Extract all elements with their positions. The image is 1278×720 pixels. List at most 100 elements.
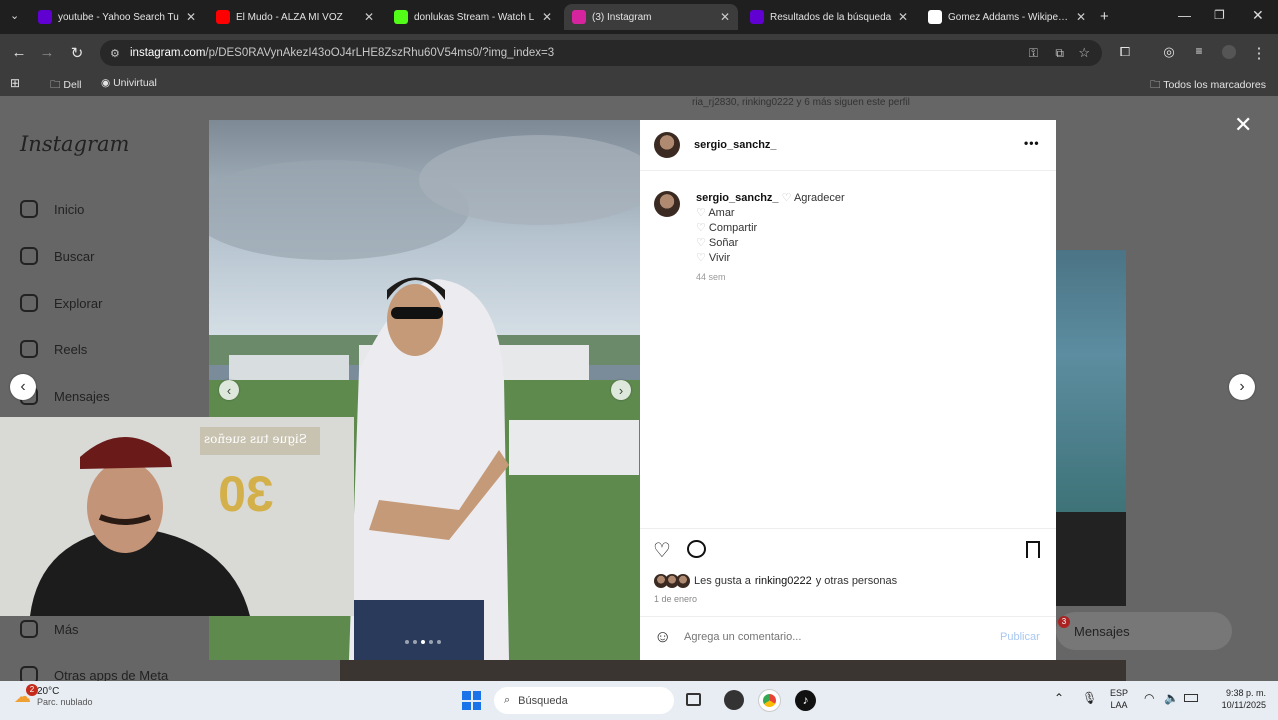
wifi-icon[interactable]: ◠ — [1144, 691, 1154, 705]
chrome-icon[interactable] — [758, 689, 781, 712]
photo-next-button[interactable]: › — [611, 380, 631, 400]
bookmark-star-icon[interactable]: ☆ — [1078, 45, 1090, 61]
site-info-icon[interactable]: ⚙ — [110, 47, 120, 60]
more-options-icon[interactable]: ••• — [1024, 136, 1040, 150]
close-window-button[interactable]: ✕ — [1252, 7, 1264, 24]
webcam-overlay: Sigue tus sueños 30 — [0, 417, 354, 616]
close-tab-icon[interactable]: ✕ — [1076, 10, 1086, 24]
prev-post-button[interactable]: ‹ — [10, 374, 36, 400]
post-date: 1 de enero — [654, 594, 698, 604]
copilot-icon[interactable]: ◎ — [1160, 44, 1178, 60]
save-bookmark-icon[interactable] — [1026, 541, 1040, 558]
battery-icon[interactable] — [1184, 694, 1198, 702]
like-heart-icon[interactable]: ♡ — [653, 538, 671, 563]
sidebar-item-2[interactable]: Explorar — [20, 294, 102, 312]
new-tab-button[interactable]: + — [1100, 8, 1109, 25]
tray-expand-icon[interactable]: ⌃ — [1054, 691, 1064, 705]
tab-3[interactable]: donlukas Stream - Watch L ✕ — [386, 4, 560, 30]
tab-title: Gomez Addams - Wikipedia — [948, 11, 1070, 23]
tab-5[interactable]: Resultados de la búsqueda ✕ — [742, 4, 916, 30]
close-tab-icon[interactable]: ✕ — [720, 10, 730, 24]
caption-line-text: Amar — [708, 207, 735, 219]
tab-title: El Mudo - ALZA MI VOZ — [236, 11, 343, 23]
all-bookmarks[interactable]: 🗀 Todos los marcadores — [1150, 77, 1266, 95]
heart-emoji-icon: ♡ — [696, 222, 709, 234]
search-icon: ⌕ — [504, 694, 511, 706]
windows-start-icon[interactable] — [462, 691, 481, 710]
grid-image-right-2[interactable] — [1056, 512, 1126, 606]
post-author-avatar[interactable] — [654, 132, 680, 158]
caption-username[interactable]: sergio_sanchz_ — [696, 192, 779, 204]
tab-6[interactable]: Gomez Addams - Wikipedia ✕ — [920, 4, 1094, 30]
tab-2[interactable]: El Mudo - ALZA MI VOZ ✕ — [208, 4, 382, 30]
actions-divider — [640, 528, 1056, 529]
youtube-icon — [216, 10, 230, 24]
liker-avatars — [654, 574, 690, 588]
close-tab-icon[interactable]: ✕ — [542, 10, 552, 24]
instagram-logo[interactable]: Instagram — [20, 132, 129, 156]
messages-widget-label: Mensajes — [1074, 623, 1130, 639]
photo-prev-button[interactable]: ‹ — [219, 380, 239, 400]
apps-grid-icon[interactable]: ⊞ — [10, 76, 20, 90]
maximize-button[interactable]: ❐ — [1214, 8, 1225, 22]
messages-widget[interactable]: Mensajes — [1056, 612, 1232, 650]
comment-icon[interactable] — [687, 540, 706, 558]
sidebar-item-3[interactable]: Reels — [20, 340, 87, 358]
tab-title: Resultados de la búsqueda — [770, 11, 892, 23]
mic-icon[interactable]: 🎙 — [1082, 691, 1097, 705]
bookmark-dell[interactable]: 🗀 Dell — [50, 77, 82, 95]
caption-avatar[interactable] — [654, 191, 680, 217]
tab-1[interactable]: youtube - Yahoo Search Tu ✕ — [30, 4, 204, 30]
forward-button[interactable]: → — [38, 44, 56, 61]
close-modal-button[interactable]: ✕ — [1234, 112, 1252, 138]
back-button[interactable]: ← — [10, 44, 28, 61]
sidebar-item-label: Buscar — [54, 248, 95, 264]
lang-secondary: LAA — [1110, 700, 1128, 710]
close-tab-icon[interactable]: ✕ — [898, 10, 908, 24]
sidebar-item-1[interactable]: Buscar — [20, 247, 94, 265]
sidebar-item-label: Reels — [54, 341, 88, 357]
bookmarks-bar: ⊞ 🗀 Dell ◉ Univirtual 🗀 Todos los marcad… — [0, 72, 1278, 96]
app-icon-1[interactable] — [724, 690, 744, 710]
extensions-icon[interactable]: ⧠ — [1116, 44, 1134, 60]
grid-image-right[interactable] — [1056, 250, 1126, 512]
webcam-scene — [0, 417, 354, 616]
tab-4[interactable]: (3) Instagram ✕ — [564, 4, 738, 30]
url-domain: instagram.com — [130, 47, 206, 59]
bookmark-univirtual[interactable]: ◉ Univirtual — [101, 77, 157, 89]
next-post-button[interactable]: › — [1229, 374, 1255, 400]
likes-rest[interactable]: y otras personas — [816, 575, 897, 587]
minimize-button[interactable]: — — [1178, 8, 1191, 23]
sidebar-item-0[interactable]: Inicio — [20, 200, 84, 218]
tab-list-dropdown[interactable]: ⌄ — [10, 9, 19, 22]
comment-input[interactable] — [684, 628, 984, 646]
close-tab-icon[interactable]: ✕ — [186, 10, 196, 24]
publish-button[interactable]: Publicar — [1000, 631, 1040, 643]
clock[interactable]: 9:38 p. m. 10/11/2025 — [1206, 687, 1266, 711]
caption-line-text: Soñar — [708, 237, 739, 249]
likes-user[interactable]: rinking0222 — [755, 575, 812, 587]
profile-avatar[interactable] — [1222, 45, 1236, 59]
menu-icon[interactable]: ⋮ — [1250, 44, 1268, 62]
language-indicator[interactable]: ESP LAA — [1110, 687, 1128, 711]
task-view-icon[interactable] — [686, 693, 701, 706]
emoji-icon[interactable]: ☺ — [654, 627, 671, 647]
photo-dot — [437, 640, 441, 644]
taskbar-search[interactable]: ⌕ Búsqueda — [494, 687, 674, 714]
caption-block: sergio_sanchz_ ♡ Agradecer ♡ Amar ♡ Compa… — [696, 191, 845, 285]
post-author-username[interactable]: sergio_sanchz_ — [694, 139, 777, 151]
password-key-icon[interactable]: ⚿ — [1029, 46, 1038, 61]
photo-dot — [413, 640, 417, 644]
reading-list-icon[interactable]: ≡ — [1190, 44, 1208, 58]
heart-emoji-icon: ♡ — [696, 237, 709, 249]
sidebar-bottom-item-0[interactable]: Más — [20, 620, 79, 638]
install-app-icon[interactable]: ⧉ — [1055, 46, 1064, 61]
caption-line-text: Vivir — [708, 252, 731, 264]
address-bar[interactable]: ⚙ instagram.com/p/DES0RAVynAkezI43oOJ4rL… — [100, 40, 1102, 66]
reload-button[interactable]: ↻ — [68, 44, 86, 62]
volume-icon[interactable]: 🔈 — [1164, 691, 1179, 705]
close-tab-icon[interactable]: ✕ — [364, 10, 374, 24]
clock-date: 10/11/2025 — [1221, 700, 1266, 710]
tiktok-icon[interactable]: ♪ — [795, 690, 816, 711]
wikipedia-icon — [928, 10, 942, 24]
